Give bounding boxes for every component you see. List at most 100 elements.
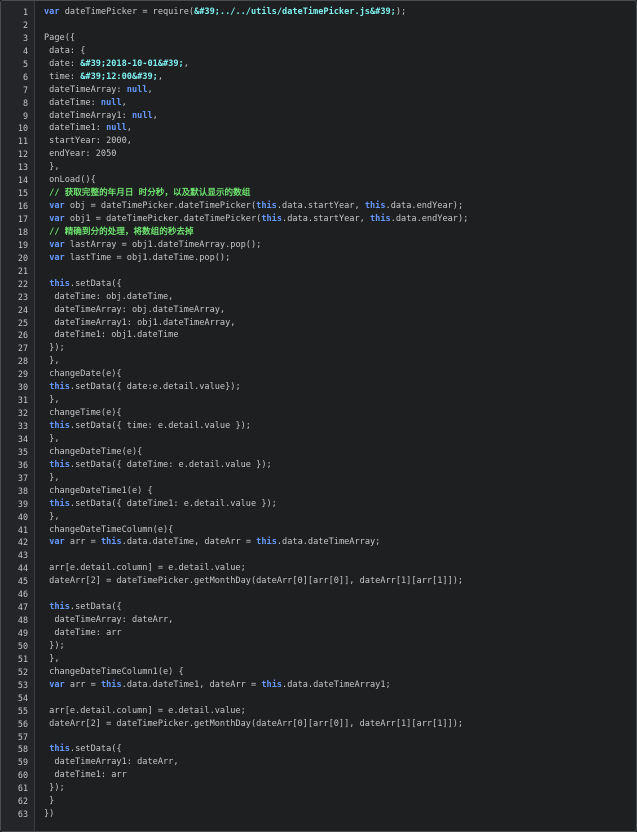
code-text: dateArr[2] = dateTimePicker.getMonthDay(… — [44, 575, 463, 588]
line-number: 55 — [17, 705, 28, 716]
line-number: 33 — [17, 421, 28, 431]
code-line: 38 changeDateTime1(e) { — [1, 485, 636, 498]
code-text: arr[e.detail.column] = e.detail.value; — [44, 562, 246, 575]
line-number: 17 — [17, 214, 28, 224]
code-text: onLoad(){ — [44, 174, 96, 187]
keyword-token: var — [44, 7, 60, 17]
code-line: 57 — [1, 731, 636, 744]
code-token: .setData({ dateTime1: e.detail.value }); — [69, 498, 277, 509]
line-number: 30 — [17, 382, 28, 393]
line-number: 29 — [17, 369, 28, 380]
line-number: 49 — [17, 628, 28, 638]
code-token: Page({ — [44, 32, 76, 43]
line-number: 5 — [22, 58, 28, 69]
code-token: .setData({ dateTime: e.detail.value }); — [69, 459, 272, 470]
code-token: .setData({ date:e.detail.value}); — [69, 382, 241, 393]
line-number: 54 — [17, 692, 28, 703]
keyword-token: var — [49, 679, 65, 690]
line-number: 47 — [17, 602, 28, 613]
code-token: arr = — [64, 679, 101, 690]
code-text: startYear: 2000, — [44, 135, 132, 148]
code-line: 23 dateTime: obj.dateTime, — [1, 291, 636, 304]
code-line: 60 dateTime1: arr — [1, 769, 636, 782]
code-line: 15 // 获取完整的年月日 时分秒，以及默认显示的数组 — [1, 187, 636, 200]
string-token: &#39;12:00&#39; — [80, 71, 158, 82]
line-number: 14 — [17, 175, 28, 186]
keyword-token: var — [49, 214, 65, 224]
code-line: 22 this.setData({ — [1, 278, 636, 291]
code-line: 44 arr[e.detail.column] = e.detail.value… — [1, 562, 636, 575]
code-text: }, — [44, 433, 60, 446]
code-token: changeTime(e){ — [44, 408, 122, 419]
code-text: var lastArray = obj1.dateTimeArray.pop()… — [44, 239, 261, 252]
code-text: }); — [44, 640, 65, 653]
code-token: obj = dateTimePicker.dateTimePicker( — [64, 201, 257, 212]
line-number: 32 — [17, 408, 28, 419]
keyword-token: this — [364, 201, 386, 212]
code-token: , — [152, 110, 158, 121]
code-token: , — [147, 84, 153, 95]
comment-token: // 精确到分的处理，将数组的秒去掉 — [44, 226, 194, 237]
code-token: .data.endYear); — [390, 214, 469, 224]
code-line: 52 changeDateTimeColumn1(e) { — [1, 666, 636, 679]
code-text: dateTime1: arr — [44, 769, 126, 782]
line-number: 7 — [22, 84, 28, 95]
keyword-token: this — [256, 201, 277, 212]
code-token: dateTimeArray1: dateArr, — [44, 757, 179, 768]
code-editor[interactable]: 1 var dateTimePicker = require(&#39;../..… — [0, 0, 637, 832]
code-line: 8 dateTime: null, — [1, 97, 636, 110]
code-token: }, — [44, 433, 60, 444]
code-text: this.setData({ — [44, 601, 121, 614]
keyword-token: var — [49, 239, 65, 250]
code-line: 20 var lastTime = obj1.dateTime.pop(); — [1, 252, 636, 265]
code-line: 46 — [1, 588, 636, 601]
code-token: }, — [44, 472, 60, 483]
code-line: 36 this.setData({ dateTime: e.detail.val… — [1, 459, 636, 472]
keyword-token: null — [106, 123, 127, 134]
line-number: 37 — [17, 472, 28, 483]
line-number: 59 — [17, 757, 28, 768]
keyword-token: this — [261, 679, 283, 690]
code-token: changeDateTime1(e) { — [44, 485, 153, 496]
code-token: }, — [44, 511, 60, 522]
line-number: 15 — [17, 188, 28, 199]
line-number: 58 — [17, 744, 28, 755]
code-token: dateTimeArray: obj.dateTimeArray, — [44, 304, 226, 315]
code-text: this.setData({ — [44, 278, 121, 291]
code-text: }, — [44, 394, 59, 407]
line-number: 46 — [17, 589, 28, 600]
line-number: 23 — [17, 291, 28, 302]
code-token: time: — [44, 71, 81, 82]
code-line: 19 var lastArray = obj1.dateTimeArray.po… — [1, 239, 636, 252]
keyword-token: this — [370, 214, 391, 224]
line-number: 61 — [17, 783, 28, 794]
line-number: 12 — [17, 149, 28, 160]
code-text: // 精确到分的处理，将数组的秒去掉 — [44, 226, 194, 239]
code-text: dateTimeArray: dateArr, — [44, 614, 173, 627]
code-token: arr[e.detail.column] = e.detail.value; — [44, 563, 246, 574]
code-text: dateArr[2] = dateTimePicker.getMonthDay(… — [44, 718, 463, 731]
line-number: 56 — [17, 718, 28, 729]
code-line: 61 }); — [1, 782, 636, 795]
line-number: 38 — [17, 485, 28, 496]
line-number: 1 — [22, 7, 28, 17]
code-line: 41 changeDateTimeColumn(e){ — [1, 524, 636, 537]
line-number: 57 — [17, 731, 28, 742]
code-text: dateTimeArray: obj.dateTimeArray, — [44, 304, 225, 317]
line-number: 3 — [22, 32, 28, 43]
code-token: dateTimeArray: dateArr, — [44, 615, 174, 626]
code-token: .data.dateTime1, dateArr = — [121, 679, 262, 690]
code-line: 37 }, — [1, 472, 636, 485]
code-line: 33 this.setData({ time: e.detail.value }… — [1, 420, 636, 433]
code-text: }, — [44, 161, 59, 174]
code-text: changeTime(e){ — [44, 407, 122, 420]
code-line: 27 }); — [1, 342, 636, 355]
keyword-token: this — [49, 498, 70, 509]
line-number: 28 — [17, 356, 28, 367]
line-number: 60 — [17, 770, 28, 781]
code-token: changeDateTimeColumn1(e) { — [44, 666, 184, 677]
code-token: ); — [395, 7, 407, 17]
code-token: }) — [44, 809, 55, 820]
code-line: 21 — [1, 265, 636, 278]
line-number: 45 — [17, 576, 28, 587]
